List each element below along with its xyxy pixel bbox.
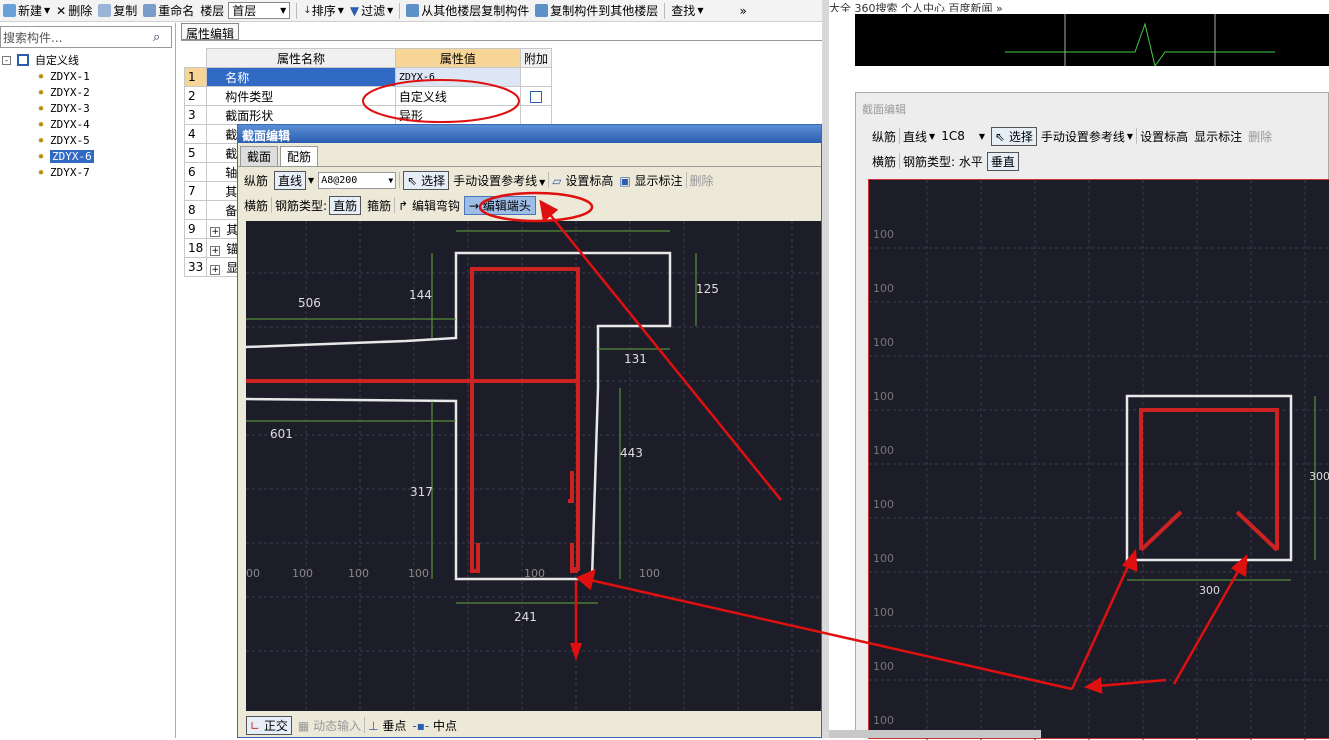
annotation-arrows <box>539 199 1248 694</box>
